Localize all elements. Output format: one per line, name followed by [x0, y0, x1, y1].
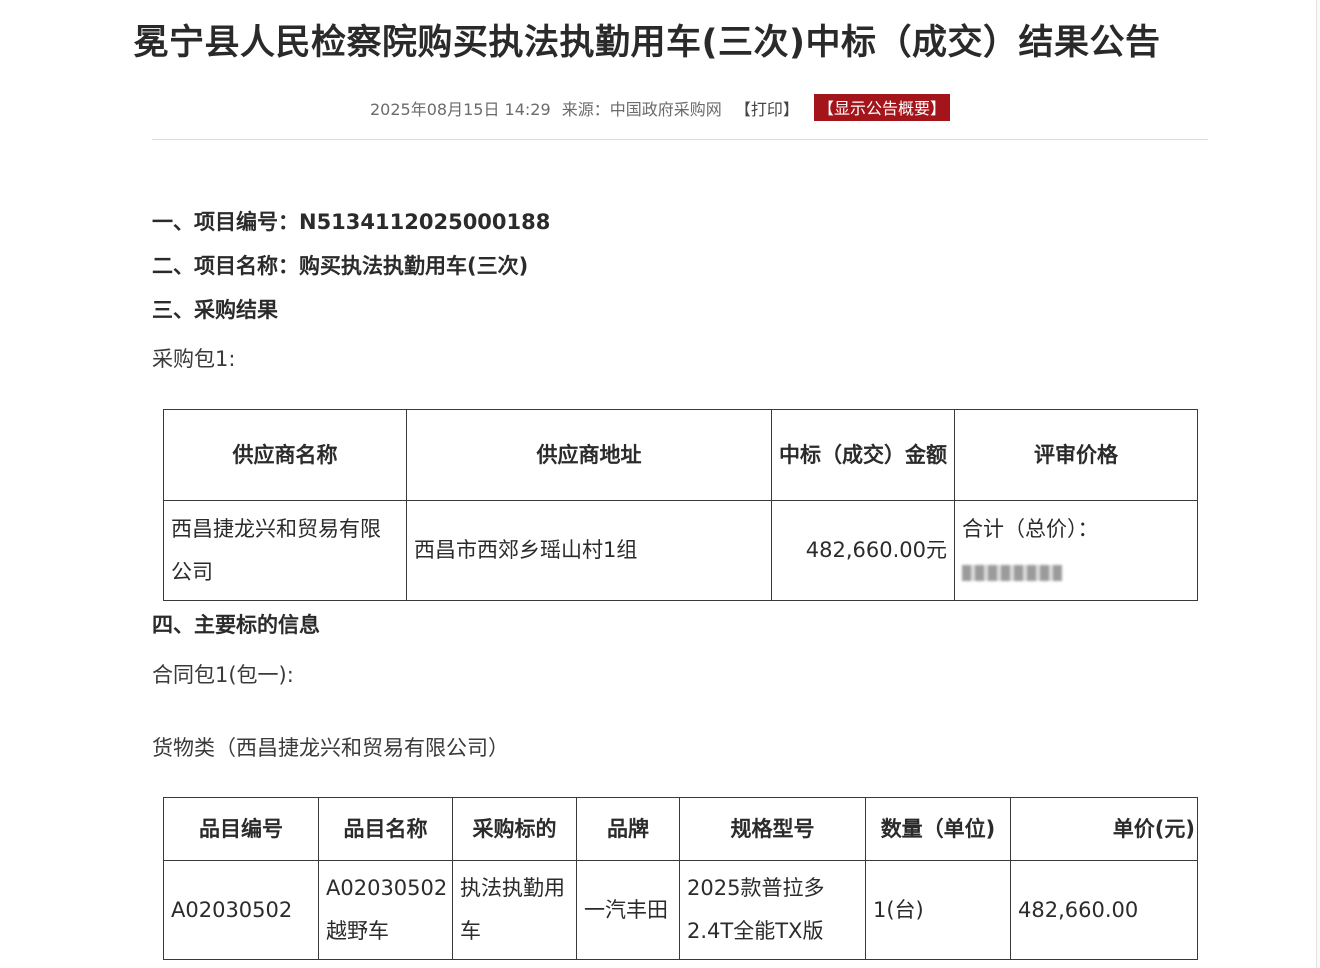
print-link[interactable]: 【打印】	[735, 96, 799, 120]
column-header: 单价(元)	[1010, 797, 1198, 861]
review-price-cell: 合计（总价）：	[954, 500, 1198, 601]
subject-cell: 执法执勤用车	[452, 860, 577, 960]
publish-datetime: 2025年08月15日 14:29	[370, 99, 551, 119]
column-header: 采购标的	[452, 797, 577, 861]
column-header: 供应商地址	[406, 409, 772, 501]
project-name-heading: 二、项目名称：购买执法执勤用车(三次)	[152, 254, 529, 278]
contract-package-label: 合同包1(包一):	[152, 663, 294, 687]
quantity-cell: 1(台)	[865, 860, 1011, 960]
source-name: 中国政府采购网	[609, 99, 722, 119]
scrollbar-track[interactable]	[1316, 0, 1320, 968]
page-title: 冕宁县人民检察院购买执法执勤用车(三次)中标（成交）结果公告	[133, 23, 1161, 63]
supplier-name-cell: 西昌捷龙兴和贸易有限公司	[163, 500, 407, 601]
source-label: 来源：	[561, 99, 610, 119]
items-table: 品目编号 品目名称 采购标的 品牌 规格型号 数量（单位) 单价(元) A020…	[163, 797, 1198, 960]
project-number-heading: 一、项目编号：N5134112025000188	[152, 210, 551, 234]
procurement-result-heading: 三、采购结果	[152, 298, 278, 322]
table-header-row: 供应商名称 供应商地址 中标（成交）金额 评审价格	[163, 409, 1198, 501]
supplier-address-cell: 西昌市西郊乡瑶山村1组	[406, 500, 772, 601]
column-header: 品目名称	[318, 797, 453, 861]
item-name-cell: A02030502越野车	[318, 860, 453, 960]
table-header-row: 品目编号 品目名称 采购标的 品牌 规格型号 数量（单位) 单价(元)	[163, 797, 1198, 861]
review-price-label: 合计（总价）：	[962, 516, 1099, 541]
main-info-heading: 四、主要标的信息	[152, 613, 320, 637]
table-row: 西昌捷龙兴和贸易有限公司 西昌市西郊乡瑶山村1组 482,660.00元 合计（…	[163, 500, 1198, 601]
column-header: 中标（成交）金额	[771, 409, 955, 501]
item-code-cell: A02030502	[163, 860, 319, 960]
result-table: 供应商名称 供应商地址 中标（成交）金额 评审价格 西昌捷龙兴和贸易有限公司 西…	[163, 409, 1198, 601]
show-summary-button[interactable]: 【显示公告概要】	[813, 94, 950, 121]
column-header: 数量（单位)	[865, 797, 1011, 861]
table-row: A02030502 A02030502越野车 执法执勤用车 一汽丰田 2025款…	[163, 860, 1198, 960]
model-cell: 2025款普拉多2.4T全能TX版	[679, 860, 866, 960]
column-header: 品目编号	[163, 797, 319, 861]
column-header: 评审价格	[954, 409, 1198, 501]
award-amount-cell: 482,660.00元	[771, 500, 955, 601]
column-header: 规格型号	[679, 797, 866, 861]
goods-label: 货物类（西昌捷龙兴和贸易有限公司）	[152, 736, 509, 760]
redacted-value	[962, 564, 1062, 581]
header-divider	[152, 139, 1208, 140]
column-header: 供应商名称	[163, 409, 407, 501]
brand-cell: 一汽丰田	[576, 860, 680, 960]
package-label: 采购包1:	[152, 347, 236, 371]
meta-bar: 2025年08月15日 14:29 来源：中国政府采购网 【打印】 【显示公告概…	[0, 94, 1320, 121]
unit-price-cell: 482,660.00	[1010, 860, 1198, 960]
column-header: 品牌	[576, 797, 680, 861]
